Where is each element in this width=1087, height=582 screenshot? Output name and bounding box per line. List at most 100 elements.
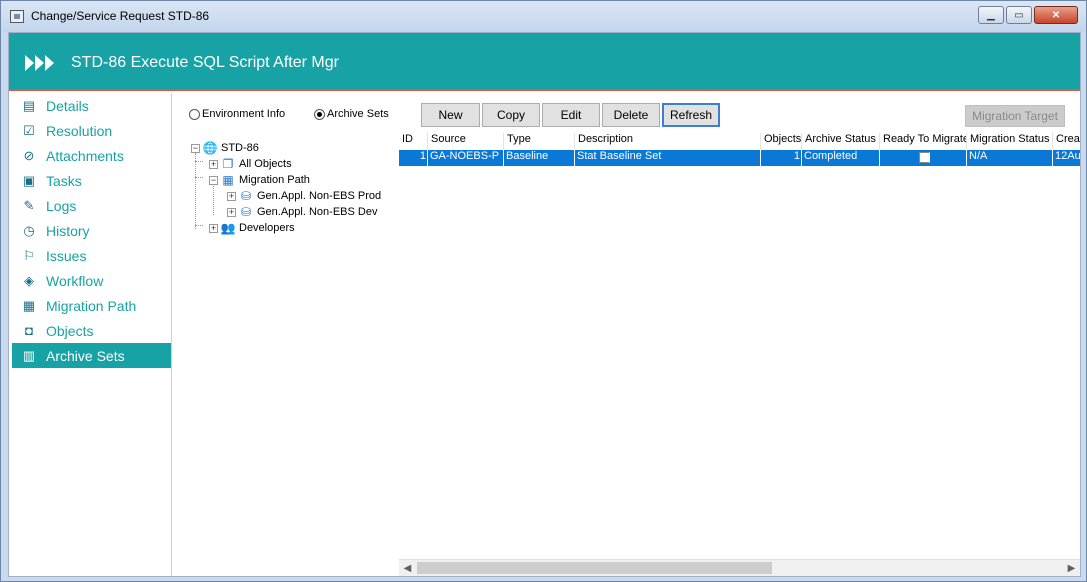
cell-id: 1 <box>399 150 428 166</box>
archive-sets-radio[interactable]: Archive Sets <box>314 108 389 120</box>
tree-label: Gen.Appl. Non-EBS Prod <box>257 190 382 202</box>
tree-label: Developers <box>239 222 295 234</box>
column-header-type[interactable]: Type <box>504 133 575 149</box>
migration-icon: ▦ <box>22 297 36 313</box>
sidebar-item-workflow[interactable]: ◈ Workflow <box>12 268 171 293</box>
scroll-right-icon[interactable]: ▶ <box>1063 560 1080 576</box>
cell-source: GA-NOEBS-P <box>428 150 504 166</box>
sidebar-item-label: Details <box>46 97 89 114</box>
sidebar-item-label: Attachments <box>46 147 124 164</box>
radio-label: Environment Info <box>202 108 286 120</box>
app-icon <box>10 10 24 23</box>
column-header-source[interactable]: Source <box>428 133 504 149</box>
tree-label: Gen.Appl. Non-EBS Dev <box>257 206 378 218</box>
database-icon: ⛁ <box>240 205 252 219</box>
cell-archive-status: Completed <box>802 150 880 166</box>
column-header-objects[interactable]: Objects <box>761 133 802 149</box>
copy-button[interactable]: Copy <box>482 103 540 127</box>
grid-header: ID Source Type Description Objects Archi… <box>399 133 1080 149</box>
workflow-icon: ◈ <box>24 272 34 288</box>
cell-description: Stat Baseline Set <box>575 150 761 166</box>
sidebar-nav: ▤ Details ☑ Resolution ⊘ Attachments ▣ T… <box>12 93 172 576</box>
cell-migration-status: N/A <box>967 150 1053 166</box>
cell-ready-to-migrate <box>880 150 967 166</box>
sidebar-item-objects[interactable]: ◘ Objects <box>12 318 171 343</box>
sidebar-item-tasks[interactable]: ▣ Tasks <box>12 168 171 193</box>
scroll-left-icon[interactable]: ◀ <box>399 560 416 576</box>
collapse-icon[interactable]: − <box>209 175 218 185</box>
sidebar-item-migration-path[interactable]: ▦ Migration Path <box>12 293 171 318</box>
sidebar-item-label: History <box>46 222 90 239</box>
globe-icon: 🌐 <box>202 141 218 155</box>
maximize-button[interactable]: ▭ <box>1006 6 1032 24</box>
sidebar-item-details[interactable]: ▤ Details <box>12 93 171 118</box>
expand-icon[interactable]: + <box>227 191 236 201</box>
close-button[interactable]: ✕ <box>1034 6 1078 24</box>
new-button[interactable]: New <box>421 103 480 127</box>
delete-button[interactable]: Delete <box>602 103 660 127</box>
cell-type: Baseline <box>504 150 575 166</box>
details-icon: ▤ <box>22 97 36 113</box>
title-bar[interactable]: Change/Service Request STD-86 ▁ ▭ ✕ <box>1 1 1086 32</box>
minimize-button[interactable]: ▁ <box>978 6 1004 24</box>
tree-node-prod[interactable]: + ⛁ Gen.Appl. Non-EBS Prod <box>227 189 381 203</box>
column-header-created[interactable]: Crea <box>1053 133 1080 149</box>
radio-label: Archive Sets <box>327 108 389 120</box>
scrollbar-thumb[interactable] <box>417 562 772 574</box>
expand-icon[interactable]: + <box>209 159 218 169</box>
horizontal-scrollbar[interactable]: ◀ ▶ <box>399 559 1080 576</box>
sidebar-item-label: Logs <box>46 197 77 214</box>
tree-label: Migration Path <box>239 174 310 186</box>
window-title: Change/Service Request STD-86 <box>31 9 210 23</box>
log-icon: ✎ <box>23 197 35 213</box>
column-header-migration-status[interactable]: Migration Status <box>967 133 1053 149</box>
sidebar-item-label: Objects <box>46 322 94 339</box>
main-panel: Environment Info Archive Sets New Copy E… <box>173 93 1080 576</box>
client-area: STD-86 Execute SQL Script After Mgr ▤ De… <box>8 32 1081 577</box>
sidebar-item-label: Migration Path <box>46 297 137 314</box>
table-row[interactable]: 1 GA-NOEBS-P Baseline Stat Baseline Set … <box>399 150 1080 166</box>
forward-arrows-icon <box>25 55 54 71</box>
flag-icon: ⚐ <box>23 247 35 263</box>
expand-icon[interactable]: + <box>209 223 218 233</box>
ready-to-migrate-checkbox[interactable] <box>918 152 930 163</box>
sidebar-item-resolution[interactable]: ☑ Resolution <box>12 118 171 143</box>
sidebar-item-label: Resolution <box>46 122 113 139</box>
request-header: STD-86 Execute SQL Script After Mgr <box>9 33 1080 91</box>
environment-info-radio[interactable]: Environment Info <box>189 108 285 120</box>
sidebar-item-attachments[interactable]: ⊘ Attachments <box>12 143 171 168</box>
archive-sets-grid: ID Source Type Description Objects Archi… <box>399 133 1080 576</box>
users-icon: 👥 <box>220 221 236 235</box>
tree-node-developers[interactable]: + 👥 Developers <box>209 221 295 235</box>
resolution-icon: ☑ <box>23 122 35 138</box>
tree-node-all-objects[interactable]: + ❐ All Objects <box>209 157 292 171</box>
sidebar-item-archive-sets[interactable]: ▥ Archive Sets <box>12 343 171 368</box>
archive-icon: ▥ <box>22 347 36 363</box>
expand-icon[interactable]: + <box>227 207 236 217</box>
column-header-ready-to-migrate[interactable]: Ready To Migrate <box>880 133 967 149</box>
request-title: STD-86 Execute SQL Script After Mgr <box>71 54 339 71</box>
cell-created: 12Au <box>1053 150 1080 166</box>
sidebar-item-history[interactable]: ◷ History <box>12 218 171 243</box>
migration-target-button[interactable]: Migration Target <box>965 105 1065 127</box>
tree-node-migration-path[interactable]: − ▦ Migration Path <box>209 173 310 187</box>
radio-selected-icon <box>314 108 325 120</box>
sidebar-item-label: Issues <box>46 247 87 264</box>
column-header-archive-status[interactable]: Archive Status <box>802 133 880 149</box>
app-window: Change/Service Request STD-86 ▁ ▭ ✕ STD-… <box>0 0 1087 582</box>
objects-stack-icon: ❐ <box>222 157 234 171</box>
sidebar-item-label: Workflow <box>46 272 104 289</box>
edit-button[interactable]: Edit <box>542 103 600 127</box>
collapse-icon[interactable]: − <box>191 143 200 153</box>
column-header-description[interactable]: Description <box>575 133 761 149</box>
tree-node-root[interactable]: − 🌐 STD-86 <box>191 141 259 155</box>
clock-icon: ◷ <box>23 222 35 238</box>
column-header-id[interactable]: ID <box>399 133 428 149</box>
sidebar-item-issues[interactable]: ⚐ Issues <box>12 243 171 268</box>
tree-node-dev[interactable]: + ⛁ Gen.Appl. Non-EBS Dev <box>227 205 377 219</box>
migration-path-icon: ▦ <box>222 173 234 187</box>
refresh-button[interactable]: Refresh <box>662 103 720 127</box>
sidebar-item-logs[interactable]: ✎ Logs <box>12 193 171 218</box>
sidebar-item-label: Archive Sets <box>46 347 125 364</box>
paperclip-icon: ⊘ <box>23 147 35 163</box>
